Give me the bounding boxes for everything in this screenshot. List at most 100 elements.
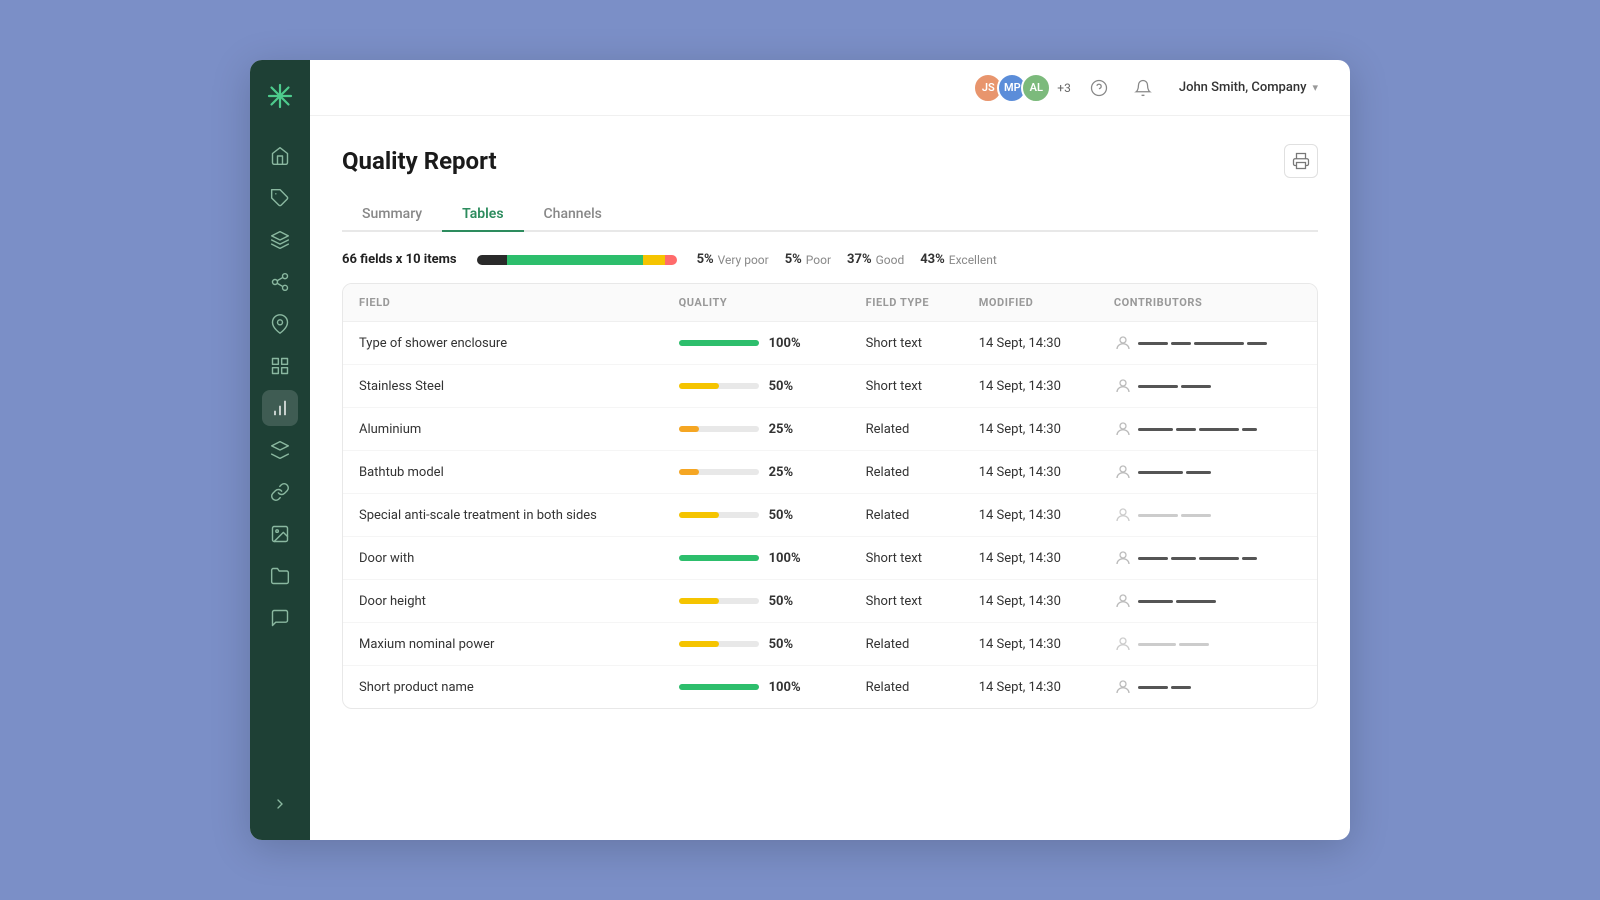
cell-modified: 14 Sept, 14:30 (963, 365, 1098, 408)
good-label: Good (876, 253, 905, 267)
quality-percent: 100% (769, 551, 805, 566)
cell-modified: 14 Sept, 14:30 (963, 494, 1098, 537)
very-poor-label: Very poor (718, 253, 769, 267)
sidebar (250, 60, 310, 840)
sidebar-item-home[interactable] (262, 138, 298, 174)
poor-label: Poor (806, 253, 831, 267)
quality-percent: 50% (769, 508, 805, 523)
bar-segment-medium (643, 255, 665, 265)
stat-good: 37% Good (847, 252, 904, 267)
page-title: Quality Report (342, 147, 497, 175)
app-container: JS MP AL +3 John Smith, Company ▾ (250, 60, 1350, 840)
sidebar-item-chat[interactable] (262, 600, 298, 636)
header-right: JS MP AL +3 John Smith, Company ▾ (973, 72, 1326, 104)
print-button[interactable] (1284, 144, 1318, 178)
table-row: Short product name100%Related14 Sept, 14… (343, 666, 1317, 708)
table-row: Stainless Steel50%Short text14 Sept, 14:… (343, 365, 1317, 408)
contrib-lines (1138, 686, 1191, 689)
contrib-lines (1138, 643, 1209, 646)
contrib-lines (1138, 342, 1267, 345)
cell-field-type: Related (850, 494, 963, 537)
table-header-row: FIELD QUALITY FIELD TYPE MODIFIED CONTRI… (343, 284, 1317, 322)
cell-modified: 14 Sept, 14:30 (963, 451, 1098, 494)
cell-field-name: Short product name (343, 666, 663, 708)
sidebar-item-image[interactable] (262, 516, 298, 552)
very-poor-pct: 5% (697, 252, 714, 267)
contrib-lines (1138, 600, 1216, 603)
cell-quality: 100% (663, 666, 850, 708)
app-logo (262, 78, 298, 114)
cell-quality: 25% (663, 451, 850, 494)
tab-summary[interactable]: Summary (342, 198, 442, 230)
cell-field-type: Short text (850, 322, 963, 365)
sidebar-item-location[interactable] (262, 306, 298, 342)
cell-contributors (1098, 666, 1317, 708)
help-button[interactable] (1083, 72, 1115, 104)
sidebar-item-link[interactable] (262, 474, 298, 510)
cell-quality: 50% (663, 365, 850, 408)
sidebar-item-grid[interactable] (262, 348, 298, 384)
col-field-type: FIELD TYPE (850, 284, 963, 322)
cell-quality: 25% (663, 408, 850, 451)
person-icon (1114, 463, 1132, 481)
person-icon (1114, 506, 1132, 524)
sidebar-collapse-button[interactable] (262, 786, 298, 822)
poor-pct: 5% (785, 252, 802, 267)
table-row: Door with100%Short text14 Sept, 14:30 (343, 537, 1317, 580)
cell-contributors (1098, 365, 1317, 408)
sidebar-nav (262, 138, 298, 786)
table-row: Type of shower enclosure100%Short text14… (343, 322, 1317, 365)
quality-percent: 50% (769, 637, 805, 652)
cell-quality: 50% (663, 494, 850, 537)
tab-tables[interactable]: Tables (442, 198, 523, 230)
quality-percent: 25% (769, 422, 805, 437)
cell-contributors (1098, 623, 1317, 666)
sidebar-item-tags[interactable] (262, 180, 298, 216)
cell-contributors (1098, 451, 1317, 494)
table-row: Aluminium25%Related14 Sept, 14:30 (343, 408, 1317, 451)
sidebar-item-layers[interactable] (262, 222, 298, 258)
cell-modified: 14 Sept, 14:30 (963, 322, 1098, 365)
person-icon (1114, 592, 1132, 610)
chevron-down-icon: ▾ (1312, 81, 1318, 94)
tab-channels[interactable]: Channels (524, 198, 622, 230)
user-menu[interactable]: John Smith, Company ▾ (1171, 76, 1326, 99)
cell-field-name: Type of shower enclosure (343, 322, 663, 365)
table-row: Maxium nominal power50%Related14 Sept, 1… (343, 623, 1317, 666)
table-row: Door height50%Short text14 Sept, 14:30 (343, 580, 1317, 623)
cell-field-type: Related (850, 408, 963, 451)
sidebar-item-stack[interactable] (262, 432, 298, 468)
avatar-count: +3 (1057, 81, 1071, 95)
cell-field-name: Stainless Steel (343, 365, 663, 408)
cell-field-type: Related (850, 623, 963, 666)
avatar-3: AL (1021, 73, 1051, 103)
quality-table: FIELD QUALITY FIELD TYPE MODIFIED CONTRI… (342, 283, 1318, 709)
tab-bar: Summary Tables Channels (342, 198, 1318, 232)
bar-segment-poor (665, 255, 677, 265)
bar-segment-dark (477, 255, 507, 265)
page-header: Quality Report (342, 144, 1318, 178)
sidebar-item-flow[interactable] (262, 264, 298, 300)
cell-modified: 14 Sept, 14:30 (963, 537, 1098, 580)
quality-percent: 50% (769, 379, 805, 394)
quality-stats: 5% Very poor 5% Poor 37% Good 43% Excell… (697, 252, 997, 267)
stats-bar: 66 fields x 10 items 5% Very poor 5% Poo… (342, 252, 1318, 267)
stat-poor: 5% Poor (785, 252, 831, 267)
person-icon (1114, 678, 1132, 696)
person-icon (1114, 420, 1132, 438)
cell-modified: 14 Sept, 14:30 (963, 408, 1098, 451)
sidebar-item-chart[interactable] (262, 390, 298, 426)
contrib-lines (1138, 428, 1257, 431)
stat-excellent: 43% Excellent (920, 252, 997, 267)
person-icon (1114, 377, 1132, 395)
col-contributors: CONTRIBUTORS (1098, 284, 1317, 322)
sidebar-item-folder[interactable] (262, 558, 298, 594)
contrib-lines (1138, 471, 1211, 474)
cell-quality: 100% (663, 537, 850, 580)
cell-modified: 14 Sept, 14:30 (963, 666, 1098, 708)
excellent-label: Excellent (949, 253, 997, 267)
notifications-button[interactable] (1127, 72, 1159, 104)
content-area: Quality Report Summary Tables Channels 6… (310, 116, 1350, 840)
stat-very-poor: 5% Very poor (697, 252, 769, 267)
cell-quality: 100% (663, 322, 850, 365)
